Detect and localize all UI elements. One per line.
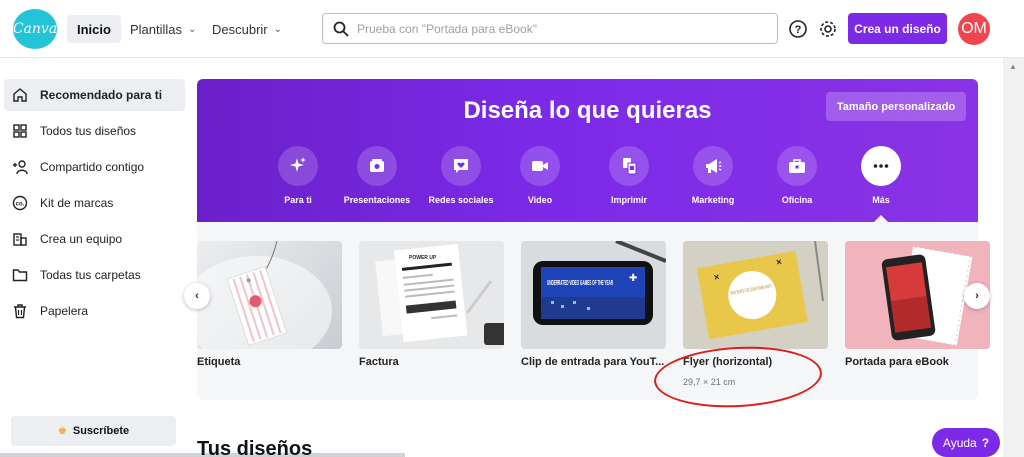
home-icon <box>13 88 27 102</box>
template-label-factura[interactable]: Factura <box>359 356 399 368</box>
sidebar: Recomendado para ti Todos tus diseños Co… <box>0 58 190 457</box>
subscribe-label: Suscríbete <box>72 425 130 437</box>
grid-icon <box>13 124 27 138</box>
svg-text:?: ? <box>795 24 802 36</box>
category-label: Marketing <box>691 195 735 205</box>
nav-inicio[interactable]: Inicio <box>67 15 121 43</box>
custom-size-button[interactable]: Tamaño personalizado <box>826 92 966 121</box>
category-label: Oficina <box>781 195 813 205</box>
svg-text:✚: ✚ <box>629 273 637 284</box>
chevron-left-icon: ‹ <box>195 290 199 302</box>
brand-kit-icon: co. <box>12 195 28 211</box>
chevron-down-icon: ⌄ <box>273 23 283 35</box>
search-input[interactable] <box>357 21 757 36</box>
sidebar-item-label: Todos tus diseños <box>40 124 137 138</box>
section-title-tus-disenos: Tus diseños <box>197 438 313 457</box>
template-label-ebook[interactable]: Portada para eBook <box>845 356 949 368</box>
category-label: Presentaciones <box>343 195 411 205</box>
category-presentaciones[interactable]: Presentaciones <box>336 146 418 205</box>
carousel-prev-button[interactable]: ‹ <box>184 283 210 309</box>
sidebar-item-label: Crea un equipo <box>40 232 123 246</box>
create-design-button[interactable]: Crea un diseño <box>848 13 947 44</box>
avatar[interactable]: OM <box>958 13 990 45</box>
category-para-ti[interactable]: Para ti <box>257 146 339 205</box>
template-thumb-etiqueta[interactable] <box>197 241 342 349</box>
help-circle-icon[interactable]: ? <box>787 18 809 40</box>
category-imprimir[interactable]: Imprimir <box>588 146 670 205</box>
category-label: Para ti <box>284 195 312 205</box>
nav-plantillas[interactable]: Plantillas ⌄ <box>120 15 206 43</box>
sidebar-item-label: Kit de marcas <box>40 196 114 210</box>
chevron-right-icon: › <box>975 290 979 302</box>
sidebar-item-compartido[interactable]: Compartido contigo <box>4 151 185 183</box>
chevron-down-icon: ⌄ <box>188 23 197 35</box>
category-redes-sociales[interactable]: Redes sociales <box>420 146 502 205</box>
invoice-illustration: POWER UP <box>359 241 504 349</box>
more-icon <box>861 146 901 186</box>
hero-banner: Diseña lo que quieras Tamaño personaliza… <box>197 79 978 223</box>
people-icon <box>13 160 28 175</box>
gear-icon[interactable] <box>817 18 839 40</box>
presentation-icon <box>357 146 397 186</box>
nav-inicio-label: Inicio <box>77 21 111 37</box>
sidebar-item-recomendado[interactable]: Recomendado para ti <box>4 79 185 111</box>
help-button[interactable]: Ayuda ? <box>932 428 1000 457</box>
question-mark-icon: ? <box>981 435 990 450</box>
sidebar-item-label: Compartido contigo <box>40 160 145 174</box>
heart-chat-icon <box>441 146 481 186</box>
help-label: Ayuda <box>942 435 977 450</box>
tag-illustration <box>197 241 332 349</box>
megaphone-icon <box>693 146 733 186</box>
nav-plantillas-label: Plantillas <box>130 21 183 37</box>
scroll-up-arrow-icon[interactable]: ▲ <box>1009 62 1017 71</box>
crown-icon: ♚ <box>57 425 67 437</box>
category-label: Imprimir <box>610 195 647 205</box>
phone-video-illustration: UNDERRATED VIDEO GAMES OF THE YEAR ✚ <box>521 241 666 349</box>
category-label: Más <box>872 195 890 205</box>
search-bar[interactable] <box>322 13 778 44</box>
category-video[interactable]: Video <box>499 146 581 205</box>
nav-descubrir-label: Descubrir <box>212 21 268 37</box>
svg-text:co.: co. <box>16 202 25 208</box>
template-label-etiqueta[interactable]: Etiqueta <box>197 356 240 368</box>
category-marketing[interactable]: Marketing <box>672 146 754 205</box>
video-camera-icon <box>520 146 560 186</box>
flyer-illustration: NEW YEAR'S EVE COUNTDOWN PARTY <box>683 241 828 349</box>
team-icon <box>13 233 27 246</box>
sidebar-item-label: Papelera <box>40 304 89 318</box>
sidebar-item-todos[interactable]: Todos tus diseños <box>4 115 185 147</box>
folder-icon <box>12 269 28 282</box>
sidebar-item-papelera[interactable]: Papelera <box>4 295 185 327</box>
template-thumb-clip-youtube[interactable]: UNDERRATED VIDEO GAMES OF THE YEAR ✚ <box>521 241 666 349</box>
clip-thumb-text: UNDERRATED VIDEO GAMES OF THE YEAR <box>547 280 613 287</box>
template-label-clip-youtube[interactable]: Clip de entrada para YouT... <box>521 356 664 368</box>
category-mas[interactable]: Más <box>840 146 922 205</box>
invoice-thumb-text: POWER UP <box>409 255 437 261</box>
template-thumb-flyer[interactable]: NEW YEAR'S EVE COUNTDOWN PARTY <box>683 241 828 349</box>
trash-icon <box>14 304 26 319</box>
sparkle-icon <box>278 146 318 186</box>
sidebar-item-equipo[interactable]: Crea un equipo <box>4 223 185 255</box>
sidebar-item-label: Todas tus carpetas <box>40 268 141 282</box>
category-label: Video <box>527 195 553 205</box>
category-oficina[interactable]: Oficina <box>756 146 838 205</box>
canva-logo[interactable]: Canva <box>13 9 57 49</box>
print-icon <box>609 146 649 186</box>
sidebar-item-kit-marcas[interactable]: co. Kit de marcas <box>4 187 185 219</box>
carousel-next-button[interactable]: › <box>964 283 990 309</box>
sidebar-item-label: Recomendado para ti <box>40 88 163 102</box>
top-navigation-bar: Canva Inicio Plantillas ⌄ Descubrir ⌄ ? … <box>0 0 1024 58</box>
search-icon <box>333 21 349 37</box>
vertical-scrollbar[interactable] <box>1003 58 1024 457</box>
template-thumb-factura[interactable]: POWER UP <box>359 241 504 349</box>
nav-descubrir[interactable]: Descubrir ⌄ <box>202 15 292 43</box>
template-carousel: Etiqueta POWER UP Factura UNDERRATED VID… <box>197 222 990 400</box>
sidebar-item-carpetas[interactable]: Todas tus carpetas <box>4 259 185 291</box>
category-label: Redes sociales <box>428 195 494 205</box>
subscribe-button[interactable]: ♚ Suscríbete <box>11 416 176 446</box>
briefcase-icon <box>777 146 817 186</box>
